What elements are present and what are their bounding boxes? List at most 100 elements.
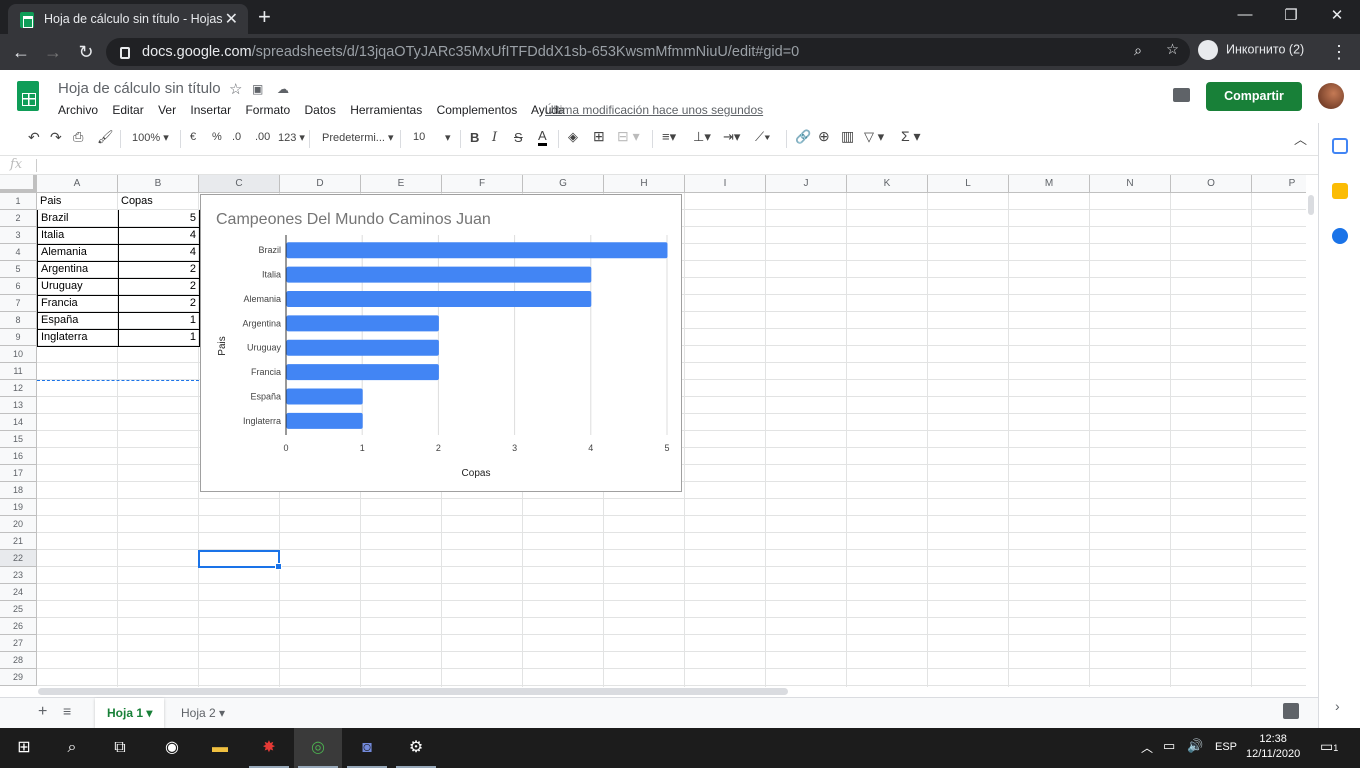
functions-icon[interactable]: Σ ▾ — [901, 128, 921, 145]
expand-panel-icon[interactable]: › — [1335, 698, 1340, 714]
last-modified-link[interactable]: Última modificación hace unos segundos — [545, 103, 763, 117]
chart-bar[interactable] — [286, 242, 668, 259]
insert-comment-icon[interactable]: ⊕ — [818, 128, 830, 145]
row-header[interactable]: 19 — [0, 499, 37, 516]
table-cell[interactable]: Italia — [37, 227, 119, 245]
steam-icon[interactable]: ⚙ — [392, 728, 440, 768]
row-header[interactable]: 11 — [0, 363, 37, 380]
minimize-icon[interactable]: — — [1225, 6, 1265, 23]
menu-complementos[interactable]: Complementos — [437, 103, 518, 117]
network-icon[interactable]: ▭ — [1163, 738, 1175, 754]
add-sheet-icon[interactable]: + — [38, 703, 47, 721]
table-cell[interactable]: 4 — [118, 244, 200, 262]
star-icon[interactable]: ☆ — [229, 80, 242, 98]
table-cell[interactable]: Inglaterra — [37, 329, 119, 347]
table-cell[interactable]: Alemania — [37, 244, 119, 262]
keep-icon[interactable] — [1332, 183, 1348, 199]
row-header[interactable]: 13 — [0, 397, 37, 414]
table-cell[interactable]: Copas — [118, 193, 199, 210]
row-header[interactable]: 1 — [0, 193, 37, 210]
close-tab-icon[interactable]: ✕ — [225, 9, 238, 29]
paint-format-icon[interactable]: 🖌 — [97, 129, 114, 145]
document-title[interactable]: Hoja de cálculo sin título — [58, 80, 221, 97]
row-header[interactable]: 3 — [0, 227, 37, 244]
notification-icon[interactable]: ▭1 — [1320, 738, 1338, 755]
row-header[interactable]: 14 — [0, 414, 37, 431]
font-size-dropdown-icon[interactable]: ▾ — [445, 131, 451, 144]
clock[interactable]: 12:38 12/11/2020 — [1246, 732, 1300, 762]
explore-icon[interactable] — [1283, 703, 1299, 719]
row-header[interactable]: 2 — [0, 210, 37, 227]
row-header[interactable]: 15 — [0, 431, 37, 448]
start-icon[interactable]: ⊞ — [0, 728, 48, 768]
sheet-tab-hoja-1[interactable]: Hoja 1 ▾ — [95, 698, 165, 728]
vertical-scrollbar[interactable] — [1308, 195, 1314, 215]
borders-icon[interactable]: ⊞ — [593, 128, 605, 145]
avatar[interactable] — [1318, 83, 1344, 109]
menu-datos[interactable]: Datos — [304, 103, 335, 117]
column-header[interactable]: J — [766, 175, 847, 193]
sheets-logo-icon[interactable] — [17, 81, 39, 111]
row-header[interactable]: 5 — [0, 261, 37, 278]
column-header[interactable]: H — [604, 175, 685, 193]
comments-icon[interactable] — [1173, 88, 1190, 102]
text-rotation-icon[interactable]: ⟋▾ — [755, 129, 770, 145]
row-header[interactable]: 7 — [0, 295, 37, 312]
row-header[interactable]: 10 — [0, 346, 37, 363]
formula-bar[interactable]: fx — [0, 155, 1318, 175]
table-cell[interactable]: 5 — [118, 210, 200, 228]
show-hidden-icons-icon[interactable]: ︿ — [1141, 739, 1153, 756]
cloud-status-icon[interactable]: ☁ — [277, 82, 289, 96]
file-explorer-icon[interactable]: ▬ — [196, 728, 244, 768]
column-header[interactable]: I — [685, 175, 766, 193]
decrease-decimals-button[interactable]: .0 — [232, 131, 241, 143]
all-sheets-icon[interactable]: ≡ — [63, 703, 71, 719]
row-header[interactable]: 24 — [0, 584, 37, 601]
row-header[interactable]: 6 — [0, 278, 37, 295]
table-cell[interactable]: Argentina — [37, 261, 119, 279]
row-header[interactable]: 16 — [0, 448, 37, 465]
table-cell[interactable]: Brazil — [37, 210, 119, 228]
bookmark-star-icon[interactable]: ☆ — [1166, 42, 1179, 58]
browser-tab[interactable]: Hoja de cálculo sin título - Hojas ✕ — [8, 4, 248, 34]
discord-icon[interactable]: ◙ — [343, 728, 391, 768]
window-close-icon[interactable]: ✕ — [1317, 6, 1357, 24]
table-cell[interactable]: Francia — [37, 295, 119, 313]
column-header[interactable]: F — [442, 175, 523, 193]
horizontal-scrollbar[interactable] — [38, 688, 788, 695]
column-header[interactable]: K — [847, 175, 928, 193]
column-header[interactable]: E — [361, 175, 442, 193]
row-header[interactable]: 17 — [0, 465, 37, 482]
column-header[interactable]: C — [199, 175, 280, 193]
chart-bar[interactable] — [286, 364, 439, 381]
forward-icon[interactable]: → — [42, 42, 64, 63]
maximize-icon[interactable]: ❐ — [1271, 6, 1311, 24]
row-header[interactable]: 4 — [0, 244, 37, 261]
sheet-tab-hoja-2[interactable]: Hoja 2 ▾ — [169, 698, 237, 728]
text-color-icon[interactable]: A — [538, 128, 547, 146]
search-icon[interactable]: ⌕ — [48, 728, 96, 768]
row-header[interactable]: 18 — [0, 482, 37, 499]
more-formats-select[interactable]: 123 ▾ — [278, 131, 305, 144]
table-cell[interactable]: España — [37, 312, 119, 330]
row-header[interactable]: 21 — [0, 533, 37, 550]
chart-bar[interactable] — [286, 290, 592, 307]
vertical-align-icon[interactable]: ⊥▾ — [693, 129, 711, 145]
chart-bar[interactable] — [286, 266, 592, 283]
incognito-badge[interactable]: Инкогнито (2) — [1198, 40, 1304, 60]
insert-chart-icon[interactable]: ▥ — [841, 128, 854, 145]
merge-cells-icon[interactable]: ⊟ ▾ — [617, 128, 640, 145]
table-cell[interactable]: 1 — [118, 312, 200, 330]
table-cell[interactable]: 4 — [118, 227, 200, 245]
row-header[interactable]: 12 — [0, 380, 37, 397]
column-header[interactable]: P — [1252, 175, 1306, 193]
reload-icon[interactable]: ↻ — [75, 42, 97, 63]
table-cell[interactable]: 2 — [118, 261, 200, 279]
share-button[interactable]: Compartir — [1206, 82, 1302, 111]
menu-editar[interactable]: Editar — [112, 103, 143, 117]
print-icon[interactable]: ⎙ — [73, 129, 83, 145]
column-header[interactable]: M — [1009, 175, 1090, 193]
task-view-icon[interactable]: ⧉ — [96, 728, 144, 768]
horizontal-align-icon[interactable]: ≡▾ — [662, 129, 676, 145]
strikethrough-icon[interactable]: S — [514, 130, 523, 145]
